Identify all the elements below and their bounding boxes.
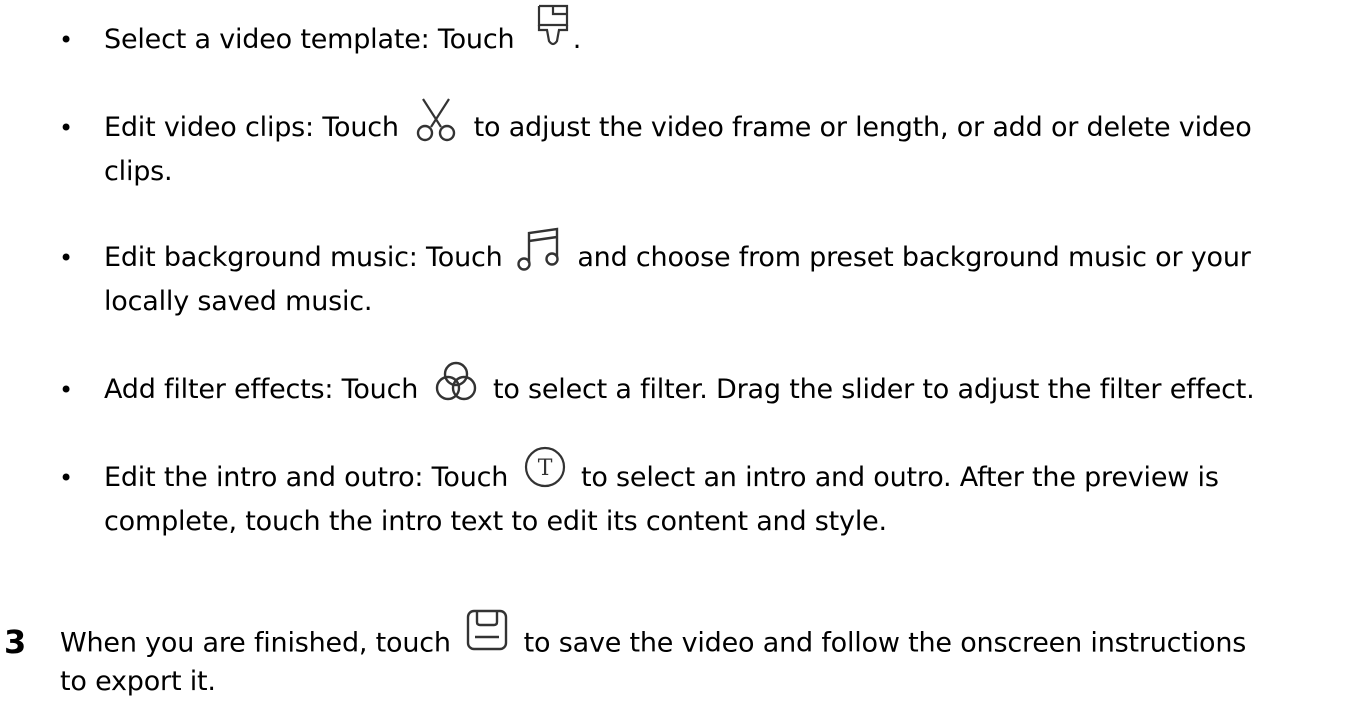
bullet-text: Edit video clips: Touch to adjust the vi… xyxy=(104,97,1364,151)
bullet-text-after: to adjust the video frame or length, or … xyxy=(473,112,1252,143)
step-number: 3 xyxy=(4,623,27,661)
svg-text:T: T xyxy=(537,456,552,481)
document-page: • Select a video template: Touch . • Edi… xyxy=(0,0,1367,698)
music-note-icon xyxy=(517,227,563,271)
bullet-text-continued: locally saved music. xyxy=(104,286,373,317)
bullet-marker: • xyxy=(59,26,73,54)
bullet-text-after: . xyxy=(572,24,582,55)
bullet-marker: • xyxy=(59,114,73,142)
step-text-after: to save the video and follow the onscree… xyxy=(523,627,1247,659)
bullet-text: Add filter effects: Touch to select a fi… xyxy=(104,361,1364,413)
bullet-marker: • xyxy=(59,464,73,492)
bullet-text-continued: complete, touch the intro text to edit i… xyxy=(104,506,887,537)
bullet-text: Edit the intro and outro: Touch T to sel… xyxy=(104,446,1364,501)
bullet-text: Edit background music: Touch and choose … xyxy=(104,227,1364,281)
save-icon xyxy=(465,608,509,652)
bullet-marker: • xyxy=(59,376,73,404)
step-text-before: When you are finished, touch xyxy=(60,627,451,659)
bullet-text-before: Edit video clips: Touch xyxy=(104,112,399,143)
step-text-continued: to export it. xyxy=(60,666,216,697)
bullet-marker: • xyxy=(59,244,73,272)
brush-icon xyxy=(533,3,573,47)
bullet-text-before: Select a video template: Touch xyxy=(104,24,515,55)
bullet-text-before: Add filter effects: Touch xyxy=(104,374,419,405)
bullet-text-before: Edit background music: Touch xyxy=(104,242,503,273)
scissors-icon xyxy=(413,97,459,141)
bullet-text-before: Edit the intro and outro: Touch xyxy=(104,462,509,493)
bullet-text-after: to select a filter. Drag the slider to a… xyxy=(492,374,1255,405)
step-text: When you are finished, touch to save the… xyxy=(60,609,1247,666)
bullet-text-after: and choose from preset background music … xyxy=(577,242,1251,273)
text-t-icon: T xyxy=(523,445,567,489)
filter-circles-icon xyxy=(433,359,479,403)
bullet-text-after: to select an intro and outro. After the … xyxy=(580,462,1219,493)
bullet-text: Select a video template: Touch . xyxy=(104,4,1364,63)
bullet-text-continued: clips. xyxy=(104,156,173,187)
